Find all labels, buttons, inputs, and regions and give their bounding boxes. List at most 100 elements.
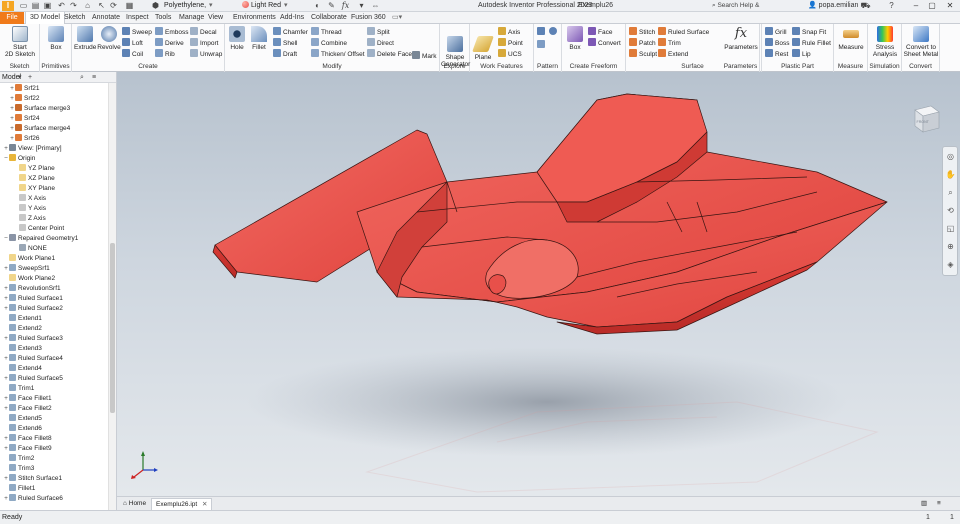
tree-node[interactable]: Fillet1 — [0, 484, 35, 494]
zoom-window-icon[interactable]: ⊕ — [945, 241, 956, 252]
minimize-button[interactable]: – — [908, 0, 924, 12]
convert-sheet-metal-button[interactable]: Convert to Sheet Metal — [903, 26, 939, 62]
tab-add-ins[interactable]: Add-Ins — [276, 12, 308, 24]
save-icon[interactable]: ▣ — [42, 1, 53, 11]
emboss-button[interactable]: Emboss — [155, 27, 188, 37]
point-button[interactable]: Point — [498, 38, 523, 48]
expand-icon[interactable]: ⇔ — [370, 1, 381, 11]
parameters-button[interactable]: fx Parameters — [722, 26, 760, 62]
extrude-button[interactable]: Extrude — [74, 26, 96, 62]
combine-button[interactable]: Combine — [311, 38, 347, 48]
patch-button[interactable]: Patch — [629, 38, 656, 48]
tab-home[interactable]: ⌂ Home — [119, 498, 150, 510]
stress-analysis-button[interactable]: Stress Analysis — [869, 26, 901, 62]
thicken-offset-button[interactable]: Thicken/ Offset — [311, 49, 365, 59]
tab-document[interactable]: Exemplu26.ipt ✕ — [151, 498, 213, 510]
tree-node[interactable]: + RevolutionSrf1 — [0, 284, 61, 294]
red-surface-model[interactable] — [212, 93, 888, 335]
axis-button[interactable]: Axis — [498, 27, 520, 37]
tab-inspect[interactable]: Inspect — [122, 12, 153, 24]
snap-fit-button[interactable]: Snap Fit — [792, 27, 826, 37]
measure-button[interactable]: Measure — [835, 26, 867, 62]
close-icon[interactable]: ✕ — [202, 501, 207, 508]
tab-view[interactable]: View — [204, 12, 227, 24]
sweep-button[interactable]: Sweep — [122, 27, 152, 37]
box-button[interactable]: Box — [42, 26, 70, 62]
extend-button[interactable]: Extend — [658, 49, 688, 59]
freeform-box-button[interactable]: Box — [564, 26, 586, 62]
help-search-input[interactable]: ⌕ Search Help & Commands... — [712, 1, 798, 19]
tree-node[interactable]: − Origin — [0, 154, 35, 164]
loft-button[interactable]: Loft — [122, 38, 143, 48]
import-button[interactable]: Import — [190, 38, 218, 48]
appearance-select[interactable]: Light Red ▾ — [240, 1, 306, 11]
ucs-button[interactable]: UCS — [498, 49, 522, 59]
tree-node[interactable]: Center Point — [0, 224, 64, 234]
tree-node[interactable]: Extend3 — [0, 344, 42, 354]
look-at-icon[interactable]: ◱ — [945, 223, 956, 234]
thread-button[interactable]: Thread — [311, 27, 342, 37]
model-canvas[interactable] — [117, 72, 960, 496]
freeform-face-button[interactable]: Face — [588, 27, 612, 37]
maximize-button[interactable]: ▢ — [924, 0, 940, 12]
tree-node[interactable]: + Srf26 — [0, 134, 40, 144]
tree-node[interactable]: − Repaired Geometry1 — [0, 234, 78, 244]
tree-node[interactable]: + Face Fillet9 — [0, 444, 52, 454]
tab-options-icon[interactable]: ▭▾ — [388, 12, 406, 24]
add-icon[interactable]: + — [28, 72, 32, 83]
tree-node[interactable]: + Face Fillet1 — [0, 394, 52, 404]
cart-icon[interactable]: ⛟ — [860, 1, 871, 11]
tree-node[interactable]: + Ruled Surface4 — [0, 354, 63, 364]
circular-pattern-button[interactable] — [549, 27, 559, 37]
tab-collaborate[interactable]: Collaborate — [307, 12, 351, 24]
tree-node[interactable]: Trim3 — [0, 464, 34, 474]
tree-node[interactable]: + Srf24 — [0, 114, 40, 124]
update-icon[interactable]: ⟳ — [108, 1, 119, 11]
adjust-icon[interactable]: ✎ — [326, 1, 337, 11]
tab-tools[interactable]: Tools — [151, 12, 175, 24]
tab-fusion-360[interactable]: Fusion 360 — [347, 12, 390, 24]
view-mode-icon[interactable]: ◈ — [945, 259, 956, 270]
stitch-button[interactable]: Stitch — [629, 27, 655, 37]
mirror-button[interactable] — [537, 40, 547, 50]
tree-node[interactable]: + Srf21 — [0, 84, 40, 94]
redo-icon[interactable]: ↷ — [68, 1, 79, 11]
viewcube[interactable]: FRONT — [907, 100, 943, 136]
rib-button[interactable]: Rib — [155, 49, 175, 59]
split-button[interactable]: Split — [367, 27, 390, 37]
close-button[interactable]: ✕ — [942, 0, 958, 12]
tree-node[interactable]: NONE — [0, 244, 47, 254]
select-icon[interactable]: ↖ — [96, 1, 107, 11]
chamfer-button[interactable]: Chamfer — [273, 27, 308, 37]
material-select[interactable]: Polyethylene, ▾ — [162, 1, 234, 11]
tree-node[interactable]: YZ Plane — [0, 164, 55, 174]
shell-button[interactable]: Shell — [273, 38, 297, 48]
tree-node[interactable]: + Surface merge3 — [0, 104, 70, 114]
zoom-icon[interactable]: ⌕ — [945, 187, 956, 198]
user-account[interactable]: 👤 popa.emilian — [808, 1, 858, 11]
boss-button[interactable]: Boss — [765, 38, 789, 48]
tree-node[interactable]: + Ruled Surface5 — [0, 374, 63, 384]
rule-fillet-button[interactable]: Rule Fillet — [792, 38, 831, 48]
tree-node[interactable]: + Srf22 — [0, 94, 40, 104]
tree-node[interactable]: + Ruled Surface2 — [0, 304, 63, 314]
tree-node[interactable]: + Surface merge4 — [0, 124, 70, 134]
hole-button[interactable]: Hole — [227, 26, 247, 62]
open-icon[interactable]: ▤ — [30, 1, 41, 11]
tree-node[interactable]: Z Axis — [0, 214, 46, 224]
decal-button[interactable]: Decal — [190, 27, 217, 37]
tree-node[interactable]: + Ruled Surface1 — [0, 294, 63, 304]
trim-button[interactable]: Trim — [658, 38, 681, 48]
rectangular-pattern-button[interactable] — [537, 27, 547, 37]
tree-node[interactable]: Extend4 — [0, 364, 42, 374]
unwrap-button[interactable]: Unwrap — [190, 49, 222, 59]
rest-button[interactable]: Rest — [765, 49, 788, 59]
steering-wheel-icon[interactable]: ◎ — [945, 151, 956, 162]
fx-icon[interactable]: fx — [340, 1, 351, 11]
tab-environments[interactable]: Environments — [229, 12, 280, 24]
pan-icon[interactable]: ✋ — [945, 169, 956, 180]
menu-icon[interactable]: ≡ — [92, 72, 96, 83]
graphics-viewport[interactable]: FRONT ◎ ✋ ⌕ ⟲ ◱ ⊕ ◈ — [117, 72, 960, 496]
draft-button[interactable]: Draft — [273, 49, 297, 59]
app-logo-icon[interactable]: I — [2, 1, 14, 11]
